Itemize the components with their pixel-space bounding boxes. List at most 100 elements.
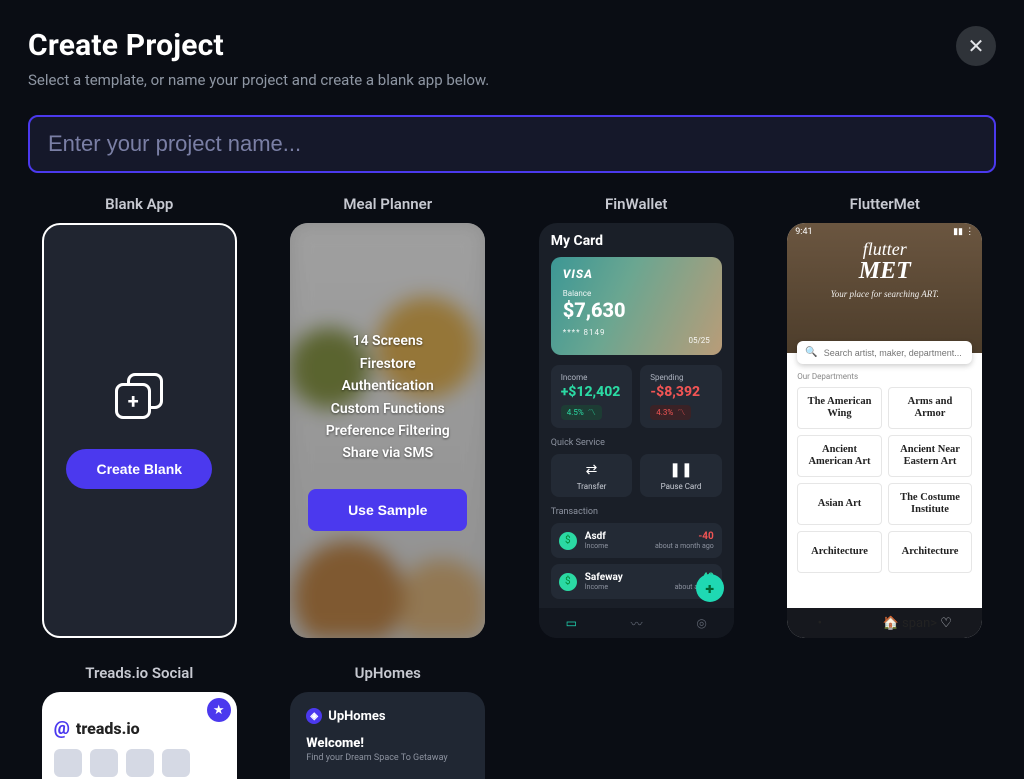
template-title: Blank App [105,195,173,213]
tx-name: Asdf [585,531,608,542]
card-title: My Card [551,233,722,249]
dept-card: Arms and Armor [888,387,973,429]
profile-nav-icon: ◎ [696,616,706,630]
project-name-input[interactable] [28,115,996,173]
tx-name: Safeway [585,572,623,583]
income-value: +$12,402 [561,384,623,400]
template-treads[interactable]: Treads.io Social ★ @ treads.io [28,664,251,779]
spending-trend: 4.3% [656,408,673,417]
avatar [126,749,154,777]
template-fluttermet[interactable]: FlutterMet 9:41 ▮▮ ⋮ flutter MET Your pl… [774,195,997,638]
uphomes-logo-text: UpHomes [328,709,385,724]
fin-bottom-nav: ▭ 〰 ◎ [539,608,734,638]
dept-card: Asian Art [797,483,882,525]
spending-value: -$8,392 [650,384,712,400]
template-title: UpHomes [355,664,421,682]
search-bar: 🔍 [797,341,972,364]
dept-card: Architecture [797,531,882,573]
template-blank[interactable]: Blank App + Create Blank [28,195,251,638]
favorites-nav-icon: ♡ [940,616,952,631]
trend-up-icon: 〽 [588,407,596,418]
tx-sub: Income [585,542,608,550]
money-icon: $ [559,532,577,550]
modal-title: Create Project [28,28,489,63]
transaction-label: Transaction [551,507,722,517]
feature: Preference Filtering [326,420,450,442]
credit-card: VISA Balance $7,630 **** 8149 05/25 [551,257,722,355]
template-uphomes[interactable]: UpHomes ◈ UpHomes Welcome! Find your Dre… [277,664,500,779]
hero-subtitle: Your place for searching ART. [787,289,982,299]
create-blank-icon: + [115,373,163,419]
template-grid: Blank App + Create Blank Meal Planner 14… [28,195,996,779]
template-title: Treads.io Social [85,664,193,682]
template-title: Meal Planner [343,195,432,213]
transfer-icon: ⇄ [586,462,598,478]
card-nav-icon: ▭ [566,616,577,630]
dept-card: Architecture [888,531,973,573]
pause-icon: ❚❚ [669,462,692,478]
transaction-row: $ Safeway Income 40 about a mon [551,564,722,599]
feature: Custom Functions [326,398,450,420]
uphomes-logo-icon: ◈ [306,708,322,724]
pause-action: ❚❚ Pause Card [640,454,722,497]
balance-label: Balance [563,289,710,298]
spending-box: Spending -$8,392 4.3% 〽 [640,365,722,428]
tx-sub: Income [585,583,623,591]
dept-card: Ancient Near Eastern Art [888,435,973,477]
brand-top: flutter [787,239,982,260]
avatar [162,749,190,777]
money-icon: $ [559,573,577,591]
card-brand: VISA [563,267,710,281]
tx-time: about a month ago [655,542,714,550]
trend-down-icon: 〽 [677,407,685,418]
meal-feature-list: 14 Screens Firestore Authentication Cust… [326,330,450,464]
template-title: FinWallet [605,195,667,213]
at-icon: @ [54,718,70,739]
met-bottom-nav: • 🏠 span> ♡ [787,608,982,638]
template-meal-planner[interactable]: Meal Planner 14 Screens Firestore Authen… [277,195,500,638]
income-label: Income [561,373,623,382]
income-box: Income +$12,402 4.5% 〽 [551,365,633,428]
fluttermet-preview: 9:41 ▮▮ ⋮ flutter MET Your place for sea… [787,223,982,638]
tagline: Find your Dream Space To Getaway [306,753,469,763]
tx-amount: -40 [655,531,714,542]
spending-label: Spending [650,373,712,382]
uphomes-preview: ◈ UpHomes Welcome! Find your Dream Space… [290,692,485,779]
create-project-modal: Create Project Select a template, or nam… [0,0,1024,779]
meal-preview: 14 Screens Firestore Authentication Cust… [290,223,485,638]
avatar [90,749,118,777]
status-time: 9:41 [795,227,812,237]
quick-service-label: Quick Service [551,438,722,448]
brand-bottom: MET [787,258,982,285]
transfer-label: Transfer [577,482,607,491]
transfer-action: ⇄ Transfer [551,454,633,497]
add-fab: + [696,574,724,602]
feature: Firestore [326,353,450,375]
feature: 14 Screens [326,330,450,352]
balance-value: $7,630 [563,298,710,322]
modal-subtitle: Select a template, or name your project … [28,71,489,89]
dept-card: The Costume Institute [888,483,973,525]
departments-grid: The American Wing Arms and Armor Ancient… [797,387,972,573]
feature: Share via SMS [326,442,450,464]
transaction-row: $ Asdf Income -40 about a month ago [551,523,722,558]
card-expiry: 05/25 [688,336,709,345]
create-blank-button[interactable]: Create Blank [66,449,212,489]
pause-label: Pause Card [661,482,702,491]
close-button[interactable]: ✕ [956,26,996,66]
status-icons: ▮▮ ⋮ [953,227,974,237]
use-sample-button[interactable]: Use Sample [308,489,467,531]
search-input [824,348,965,358]
close-icon: ✕ [968,34,985,58]
departments-label: Our Departments [797,372,972,381]
blank-preview: + Create Blank [42,223,237,638]
treads-logo-text: treads.io [76,719,140,738]
feature: Authentication [326,375,450,397]
dept-card: Ancient American Art [797,435,882,477]
template-finwallet[interactable]: FinWallet My Card VISA Balance $7,630 **… [525,195,748,638]
avatar [54,749,82,777]
dept-card: The American Wing [797,387,882,429]
star-badge-icon: ★ [207,698,231,722]
activity-nav-icon: 〰 [631,615,643,632]
treads-preview: ★ @ treads.io [42,692,237,779]
